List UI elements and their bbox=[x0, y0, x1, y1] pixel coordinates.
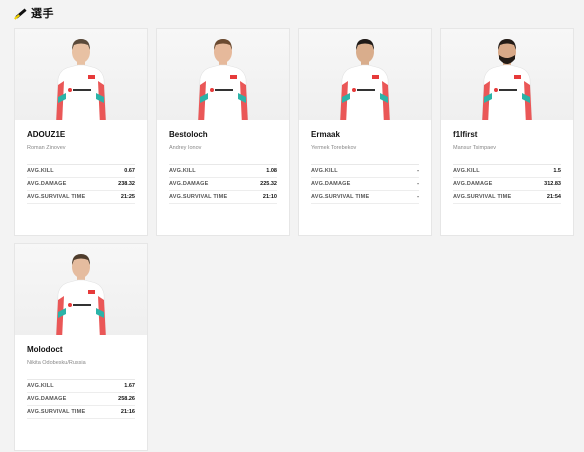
player-name[interactable]: Bestoloch bbox=[169, 130, 277, 140]
player-real-name: Nikita Odobesku/Russia bbox=[27, 360, 86, 366]
stat-value: 1.5 bbox=[553, 168, 561, 174]
player-info: ADOUZ1E Roman Zinovev AVG.KILL 0.67 AVG.… bbox=[15, 120, 147, 204]
stat-value: 238.32 bbox=[118, 181, 135, 187]
player-card[interactable]: ADOUZ1E Roman Zinovev AVG.KILL 0.67 AVG.… bbox=[14, 28, 148, 236]
player-stats: AVG.KILL 1.5 AVG.DAMAGE 312.83 AVG.SURVI… bbox=[453, 164, 561, 204]
player-card[interactable]: f1lfirst Mansur Tsimpaev AVG.KILL 1.5 AV… bbox=[440, 28, 574, 236]
stat-row: AVG.SURVIVAL TIME 21:10 bbox=[169, 191, 277, 204]
stat-value: - bbox=[417, 194, 419, 200]
stat-value: 0.67 bbox=[124, 168, 135, 174]
stat-row: AVG.DAMAGE 238.32 bbox=[27, 178, 135, 191]
stat-value: 21:54 bbox=[546, 194, 561, 200]
player-card[interactable]: Bestoloch Andrey Ionov AVG.KILL 1.08 AVG… bbox=[156, 28, 290, 236]
stat-row: AVG.KILL 1.08 bbox=[169, 165, 277, 178]
slash-icon bbox=[14, 8, 26, 18]
player-stats: AVG.KILL 1.67 AVG.DAMAGE 258.26 AVG.SURV… bbox=[27, 379, 135, 419]
stat-label: AVG.KILL bbox=[311, 168, 338, 174]
stat-label: AVG.KILL bbox=[169, 168, 196, 174]
stat-row: AVG.SURVIVAL TIME - bbox=[311, 191, 419, 204]
stat-row: AVG.DAMAGE 312.83 bbox=[453, 178, 561, 191]
player-photo[interactable] bbox=[157, 29, 289, 120]
stat-label: AVG.DAMAGE bbox=[453, 181, 493, 187]
stat-label: AVG.KILL bbox=[453, 168, 480, 174]
player-stats: AVG.KILL - AVG.DAMAGE - AVG.SURVIVAL TIM… bbox=[311, 164, 419, 204]
player-info: Molodoct Nikita Odobesku/Russia AVG.KILL… bbox=[15, 335, 147, 419]
stat-row: AVG.KILL 1.67 bbox=[27, 380, 135, 393]
player-photo-figure bbox=[481, 39, 533, 120]
stat-value: 225.32 bbox=[260, 181, 277, 187]
stat-label: AVG.SURVIVAL TIME bbox=[311, 194, 370, 200]
stat-value: 21:10 bbox=[262, 194, 277, 200]
player-real-name: Yermek Torebekov bbox=[311, 145, 357, 151]
stat-label: AVG.DAMAGE bbox=[27, 181, 67, 187]
stat-value: - bbox=[417, 168, 419, 174]
player-real-name: Andrey Ionov bbox=[169, 145, 202, 151]
stat-label: AVG.SURVIVAL TIME bbox=[453, 194, 512, 200]
stat-label: AVG.DAMAGE bbox=[311, 181, 351, 187]
player-photo-figure bbox=[339, 39, 391, 120]
stat-label: AVG.KILL bbox=[27, 168, 54, 174]
stat-value: - bbox=[417, 181, 419, 187]
stat-value: 258.26 bbox=[118, 396, 135, 402]
stat-label: AVG.DAMAGE bbox=[169, 181, 209, 187]
player-name[interactable]: Molodoct bbox=[27, 345, 135, 355]
player-photo-figure bbox=[55, 39, 107, 120]
stat-row: AVG.DAMAGE - bbox=[311, 178, 419, 191]
player-card[interactable]: Ermaak Yermek Torebekov AVG.KILL - AVG.D… bbox=[298, 28, 432, 236]
player-card[interactable]: Molodoct Nikita Odobesku/Russia AVG.KILL… bbox=[14, 243, 148, 451]
stat-value: 312.83 bbox=[544, 181, 561, 187]
player-info: Bestoloch Andrey Ionov AVG.KILL 1.08 AVG… bbox=[157, 120, 289, 204]
player-name[interactable]: Ermaak bbox=[311, 130, 419, 140]
stat-row: AVG.KILL 0.67 bbox=[27, 165, 135, 178]
stat-label: AVG.KILL bbox=[27, 383, 54, 389]
stat-row: AVG.SURVIVAL TIME 21:16 bbox=[27, 406, 135, 419]
stat-value: 21:16 bbox=[120, 409, 135, 415]
stat-label: AVG.SURVIVAL TIME bbox=[27, 194, 86, 200]
stat-label: AVG.SURVIVAL TIME bbox=[27, 409, 86, 415]
stat-row: AVG.DAMAGE 225.32 bbox=[169, 178, 277, 191]
stat-row: AVG.KILL 1.5 bbox=[453, 165, 561, 178]
player-stats: AVG.KILL 1.08 AVG.DAMAGE 225.32 AVG.SURV… bbox=[169, 164, 277, 204]
stat-row: AVG.KILL - bbox=[311, 165, 419, 178]
player-photo-figure bbox=[197, 39, 249, 120]
stat-value: 1.08 bbox=[266, 168, 277, 174]
player-info: Ermaak Yermek Torebekov AVG.KILL - AVG.D… bbox=[299, 120, 431, 204]
stat-row: AVG.SURVIVAL TIME 21:54 bbox=[453, 191, 561, 204]
stat-label: AVG.SURVIVAL TIME bbox=[169, 194, 228, 200]
stat-row: AVG.SURVIVAL TIME 21:25 bbox=[27, 191, 135, 204]
player-name[interactable]: ADOUZ1E bbox=[27, 130, 135, 140]
section-title: 選手 bbox=[31, 8, 54, 20]
player-photo[interactable] bbox=[299, 29, 431, 120]
player-photo[interactable] bbox=[15, 244, 147, 335]
player-photo-figure bbox=[55, 254, 107, 335]
stat-value: 1.67 bbox=[124, 383, 135, 389]
player-real-name: Mansur Tsimpaev bbox=[453, 145, 496, 151]
player-stats: AVG.KILL 0.67 AVG.DAMAGE 238.32 AVG.SURV… bbox=[27, 164, 135, 204]
player-photo[interactable] bbox=[15, 29, 147, 120]
player-photo[interactable] bbox=[441, 29, 573, 120]
stat-label: AVG.DAMAGE bbox=[27, 396, 67, 402]
player-name[interactable]: f1lfirst bbox=[453, 130, 561, 140]
player-real-name: Roman Zinovev bbox=[27, 145, 66, 151]
stat-value: 21:25 bbox=[120, 194, 135, 200]
stat-row: AVG.DAMAGE 258.26 bbox=[27, 393, 135, 406]
player-info: f1lfirst Mansur Tsimpaev AVG.KILL 1.5 AV… bbox=[441, 120, 573, 204]
section-header: 選手 bbox=[14, 6, 54, 20]
